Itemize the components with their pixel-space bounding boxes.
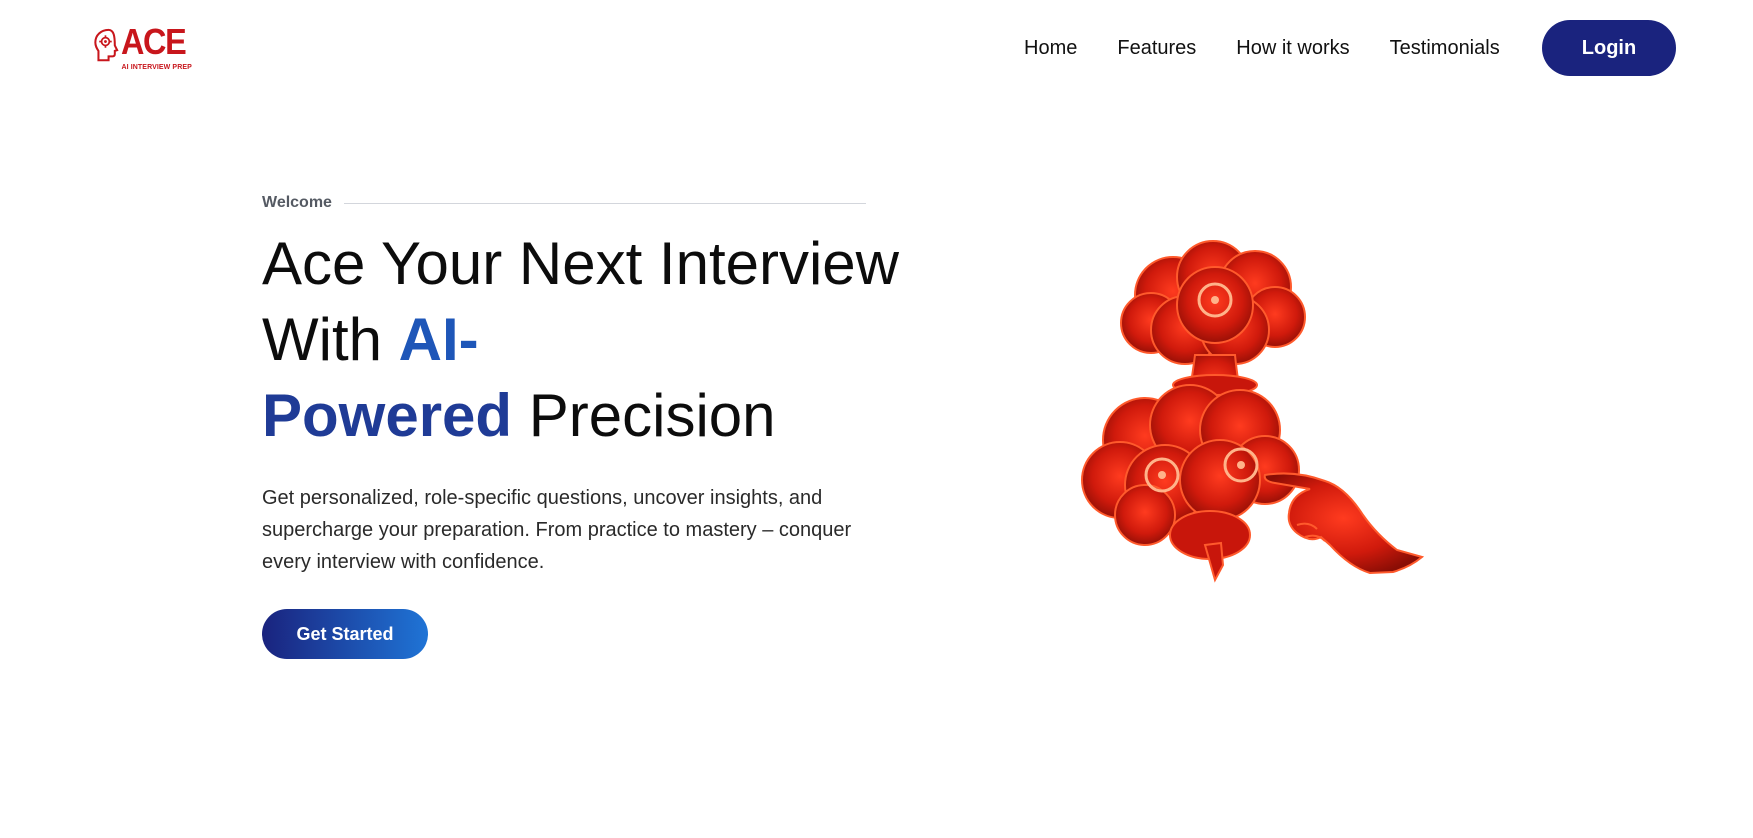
brand-tagline: AI INTERVIEW PREP	[121, 64, 192, 71]
get-started-button[interactable]: Get Started	[262, 609, 428, 659]
headline-text-end: Precision	[512, 382, 776, 449]
hero-headline: Ace Your Next Interview With AI- Powered …	[262, 226, 902, 454]
login-button[interactable]: Login	[1542, 20, 1676, 76]
exploding-brain-hand-icon	[1081, 240, 1425, 583]
brand-logo[interactable]: ACE AI INTERVIEW PREP	[93, 22, 193, 78]
brand-name: ACE	[121, 21, 187, 62]
hero-eyebrow: Welcome	[262, 194, 866, 212]
landing-page: ACE AI INTERVIEW PREP Home Features How …	[0, 0, 1753, 838]
headline-text-start: Ace Your Next Interview With	[262, 230, 900, 373]
nav-link-features[interactable]: Features	[1117, 37, 1196, 60]
nav-link-testimonials[interactable]: Testimonials	[1390, 37, 1500, 60]
divider	[343, 202, 866, 204]
hero-description: Get personalized, role-specific question…	[262, 487, 852, 573]
nav-link-how-it-works[interactable]: How it works	[1236, 37, 1349, 60]
headline-highlight-powered: Powered	[262, 382, 513, 449]
headline-highlight-ai: AI-	[398, 306, 479, 373]
head-gear-logo-icon	[94, 28, 119, 62]
welcome-label: Welcome	[262, 194, 332, 211]
nav-link-home[interactable]: Home	[1024, 37, 1077, 60]
main-nav: Home Features How it works Testimonials	[1024, 20, 1540, 76]
